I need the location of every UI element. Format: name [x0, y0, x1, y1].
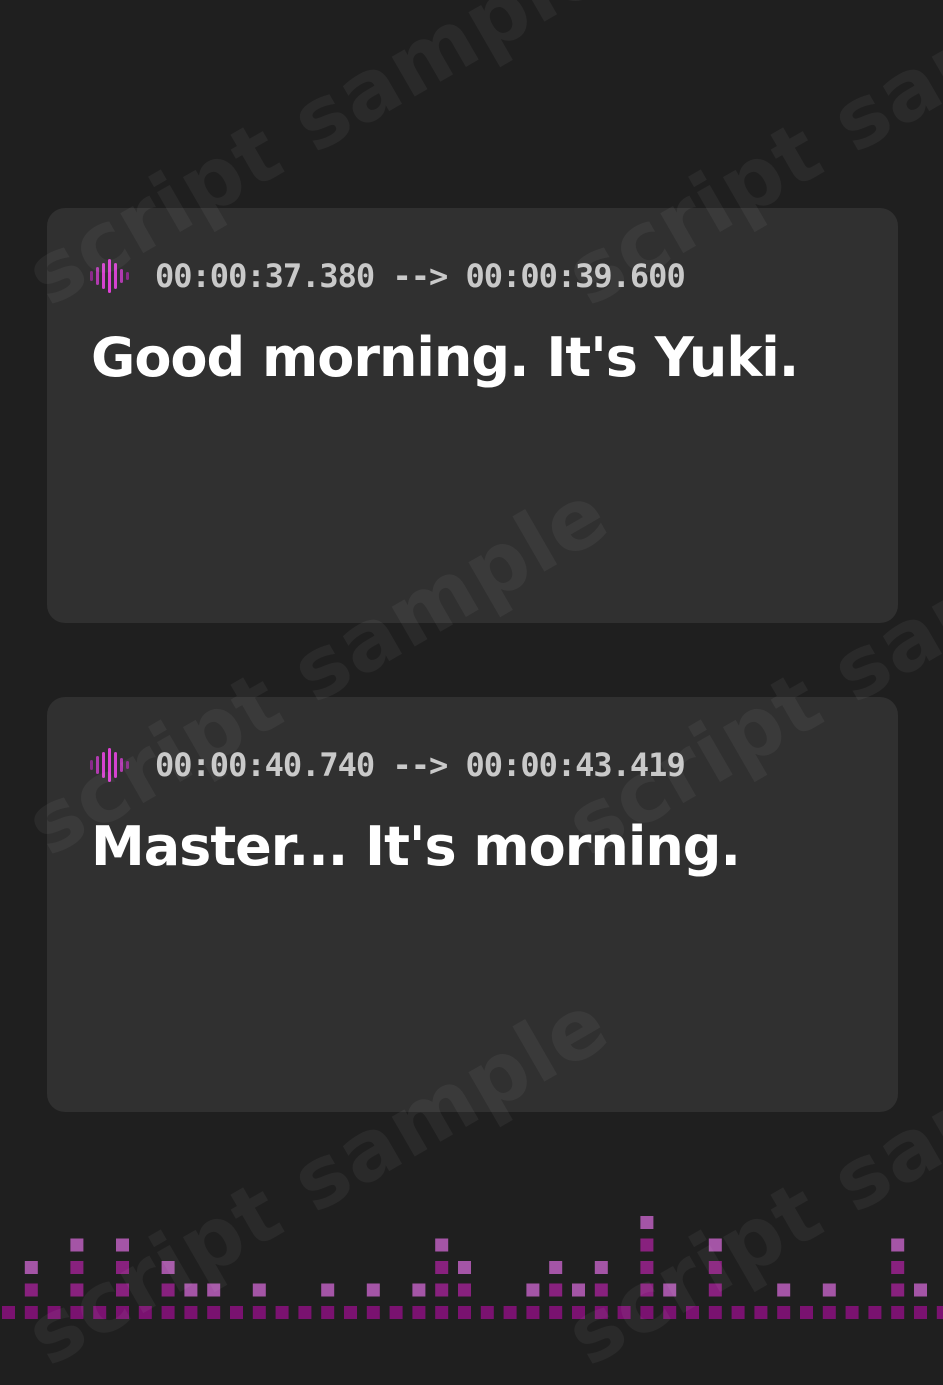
equalizer-cell	[161, 1283, 175, 1297]
equalizer-cell	[572, 1306, 585, 1319]
equalizer-cell	[572, 1283, 585, 1297]
equalizer-cell	[93, 1306, 107, 1319]
equalizer-cell	[435, 1238, 449, 1252]
equalizer-cell	[2, 1306, 15, 1319]
equalizer-cell	[230, 1306, 243, 1319]
equalizer-cell	[47, 1306, 61, 1319]
equalizer-cell	[708, 1283, 722, 1297]
equalizer-cell	[207, 1283, 221, 1297]
subtitle-text: Master... It's morning.	[91, 815, 741, 878]
equalizer-cell	[708, 1261, 722, 1274]
equalizer-cell	[686, 1306, 699, 1319]
equalizer-cell	[458, 1306, 471, 1319]
equalizer-cell	[549, 1283, 563, 1297]
equalizer-cell	[549, 1261, 563, 1274]
equalizer-cell	[184, 1306, 198, 1319]
equalizer-cell	[412, 1306, 426, 1319]
equalizer-cell	[458, 1261, 471, 1274]
equalizer-cell	[845, 1306, 859, 1319]
equalizer-cell	[754, 1306, 768, 1319]
equalizer-cell	[116, 1306, 129, 1319]
subtitle-header: 00:00:37.380 --> 00:00:39.600	[89, 256, 686, 296]
equalizer-cell	[640, 1306, 654, 1319]
equalizer-cell	[526, 1283, 540, 1297]
equalizer-cell	[321, 1306, 335, 1319]
equalizer-cell	[594, 1306, 608, 1319]
equalizer-cell	[70, 1283, 84, 1297]
equalizer-cell	[526, 1306, 540, 1319]
equalizer-cell	[891, 1283, 905, 1297]
equalizer-cell	[70, 1306, 84, 1319]
subtitle-timestamp: 00:00:37.380 --> 00:00:39.600	[155, 257, 686, 295]
equalizer-cell	[24, 1306, 38, 1319]
sound-wave-icon	[90, 259, 129, 293]
equalizer-cell	[594, 1283, 608, 1297]
equalizer-cell	[640, 1283, 654, 1297]
equalizer-cell	[822, 1283, 836, 1297]
equalizer-cell	[344, 1306, 357, 1319]
equalizer-cell	[822, 1306, 836, 1319]
equalizer-cell	[24, 1283, 38, 1297]
equalizer-cell	[252, 1283, 266, 1297]
equalizer-cell	[366, 1306, 380, 1319]
equalizer-cell	[868, 1306, 882, 1319]
equalizer-cell	[275, 1306, 289, 1319]
equalizer-cell	[800, 1306, 813, 1319]
equalizer-cell	[503, 1306, 517, 1319]
equalizer-cell	[914, 1306, 927, 1319]
equalizer-cell	[708, 1306, 722, 1319]
equalizer-cell	[70, 1261, 84, 1274]
equalizer-cell	[184, 1283, 198, 1297]
equalizer-cell	[412, 1283, 426, 1297]
equalizer-cell	[161, 1261, 175, 1274]
watermark-layer: script sample script sample script sampl…	[0, 0, 943, 1385]
equalizer-cell	[731, 1306, 745, 1319]
equalizer-cell	[640, 1238, 654, 1252]
equalizer-cell	[24, 1261, 38, 1274]
equalizer-cell	[435, 1283, 449, 1297]
equalizer-cell	[891, 1261, 905, 1274]
equalizer-cell	[480, 1306, 494, 1319]
equalizer-cell	[777, 1283, 791, 1297]
equalizer-cell	[366, 1283, 380, 1297]
equalizer-cell	[549, 1306, 563, 1319]
equalizer-cell	[116, 1238, 129, 1252]
equalizer-cell	[914, 1283, 927, 1297]
equalizer-cell	[116, 1261, 129, 1274]
equalizer-cell	[891, 1238, 905, 1252]
equalizer-cell	[777, 1306, 791, 1319]
equalizer-cell	[640, 1216, 654, 1229]
equalizer-cell	[708, 1238, 722, 1252]
equalizer-cell	[298, 1306, 312, 1319]
equalizer-cell	[70, 1238, 84, 1252]
equalizer-cell	[640, 1261, 654, 1274]
subtitle-card: 00:00:37.380 --> 00:00:39.600 Good morni…	[47, 208, 898, 623]
equalizer-cell	[161, 1306, 175, 1319]
equalizer-cell	[594, 1261, 608, 1274]
equalizer-cell	[663, 1283, 677, 1297]
audio-equalizer-graphic	[2, 1216, 943, 1319]
equalizer-cell	[252, 1306, 266, 1319]
subtitle-card: 00:00:40.740 --> 00:00:43.419 Master... …	[47, 697, 898, 1112]
subtitle-text: Good morning. It's Yuki.	[91, 326, 799, 389]
equalizer-cell	[321, 1283, 335, 1297]
equalizer-cell	[891, 1306, 905, 1319]
equalizer-cell	[458, 1283, 471, 1297]
equalizer-cell	[389, 1306, 403, 1319]
equalizer-cell	[207, 1306, 221, 1319]
equalizer-cell	[116, 1283, 129, 1297]
subtitle-header: 00:00:40.740 --> 00:00:43.419	[89, 745, 686, 785]
equalizer-cell	[936, 1306, 943, 1319]
subtitle-timestamp: 00:00:40.740 --> 00:00:43.419	[155, 746, 686, 784]
sound-wave-icon	[90, 748, 129, 782]
equalizer-cell	[663, 1306, 677, 1319]
equalizer-cell	[138, 1306, 152, 1319]
equalizer-cell	[617, 1306, 631, 1319]
equalizer-cell	[435, 1261, 449, 1274]
equalizer-cell	[435, 1306, 449, 1319]
